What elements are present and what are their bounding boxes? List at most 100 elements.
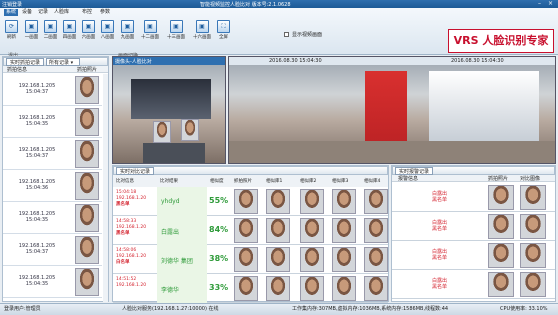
capture-time: 15:04:35 [25,121,49,127]
compare-row[interactable]: 14:58:06 192.168.1.20 白名单 刘德华 集团 38% [113,245,388,274]
capture-panel-header: 实时抓拍记录 所有记录 ▾ [3,57,108,66]
floor [229,141,555,163]
alarm-row[interactable]: 白露出 黑名单 [392,241,555,270]
alarm-info: 白露出 黑名单 [432,220,447,232]
compare-capture-photo [234,247,258,272]
layout-1-button[interactable]: ▣ 一画面 [24,20,39,42]
compare-library-photo [300,189,324,214]
compare-library-photo [364,247,388,272]
compare-tag: 黑名单 [116,231,130,236]
capture-row[interactable]: 192.168.1.205 15:04:37 [3,234,102,266]
compare-info: 15:04:18 192.168.1.20 黑名单 [116,190,156,208]
compare-result-cell: 刘德华 集团 [157,245,207,274]
fullscreen-button[interactable]: ⛶ 全屏 [216,20,231,42]
alarm-capture-photo [488,214,514,239]
tab-capture-records[interactable]: 实时抓拍记录 [6,58,45,66]
alarm-compare-photo [520,243,546,268]
show-video-checkbox[interactable] [284,32,289,37]
refresh-button[interactable]: ⟳ 刷新 [4,20,19,42]
alarm-table: 白露出 黑名单 白露出 黑名单 白露出 黑名单 白露出 黑名单 [392,183,555,302]
menu-deploy[interactable]: 布控 [80,9,94,16]
status-bar: 登录用户:管理员 人脸比对服务(192.168.1.27:10000) 在线 工… [0,303,558,315]
alarm-capture-photo [488,272,514,297]
status-cpu: CPU使用率: 33.10% [500,306,548,312]
capture-row[interactable]: 192.168.1.205 15:04:35 [3,266,102,298]
menu-device[interactable]: 设备 [20,9,34,16]
layout-6-button[interactable]: ▣ 六画面 [81,20,96,42]
capture-info: 192.168.1.205 15:04:35 [5,275,69,287]
menu-system[interactable]: 系统 [4,9,19,16]
compare-row[interactable]: 15:04:18 192.168.1.20 黑名单 yhdyd 55% [113,187,388,216]
compare-library-photo [332,218,356,243]
layout-4-button[interactable]: ▣ 四画面 [62,20,77,42]
capture-row[interactable]: 192.168.1.205 15:04:36 [3,170,102,202]
capture-info: 192.168.1.205 15:04:37 [5,147,69,159]
layout-icon: ▣ [143,20,157,33]
compare-col-7: 相似库4 [364,179,381,184]
alarm-row[interactable]: 白露出 黑名单 [392,212,555,241]
video-timestamp-1: 2016.08.30 15:04:30 [269,58,322,64]
layout-12-button[interactable]: ▣ 十二画面 [140,20,160,42]
compare-tag: 白名单 [116,260,130,265]
compare-col-4: 相似库1 [266,179,283,184]
refresh-icon: ⟳ [5,20,18,33]
video-panel-left[interactable]: 摄像头-人脸比对 [112,56,226,164]
capture-row[interactable]: 192.168.1.205 15:04:35 [3,106,102,138]
col-alarm-info: 报警信息 [398,176,419,182]
person-face [181,119,199,141]
compare-library-photo [332,189,356,214]
layout-2-button[interactable]: ▣ 二画面 [43,20,58,42]
compare-col-3: 抓拍照片 [234,179,252,184]
compare-col-header: 比对信息 比对结果 相似度 抓拍照片 相似库1 相似库2 相似库3 相似库4 [113,175,388,187]
capture-scrollbar[interactable] [103,74,108,302]
tab-alarm-records[interactable]: 实时报警记录 [395,167,434,175]
capture-face-photo [75,236,99,264]
layout-8-button[interactable]: ▣ 八画面 [100,20,115,42]
layout-16-button[interactable]: ▣ 十六画面 [192,20,212,42]
compare-result-cell: yhdyd [157,187,207,216]
compare-col-6: 相似库3 [332,179,349,184]
compare-result-cell: 李德华 [157,274,207,303]
video-panel-right[interactable]: 2016.08.30 15:04:30 2016.08.30 15:04:30 [228,56,556,164]
compare-score: 84% [209,225,229,234]
tab-compare-records[interactable]: 实时对比记录 [116,167,155,175]
compare-row[interactable]: 14:58:33 192.168.1.20 黑名单 白露出 84% [113,216,388,245]
alarm-capture-photo [488,243,514,268]
menu-params[interactable]: 参数 [98,9,112,16]
capture-info: 192.168.1.205 15:04:35 [5,115,69,127]
compare-capture-photo [234,276,258,301]
compare-library-photo [266,247,290,272]
close-icon[interactable]: × [548,0,553,7]
compare-library-photo [300,218,324,243]
col-capture-photo: 抓拍照片 [77,67,98,73]
compare-row[interactable]: 14:51:52 192.168.1.20 李德华 33% [113,274,388,303]
capture-row[interactable]: 192.168.1.205 15:04:37 [3,74,102,106]
layout-9-button[interactable]: ▣ 九画面 [120,20,135,42]
menu-face-library[interactable]: 人脸库 [52,9,71,16]
capture-time: 15:04:36 [25,185,49,191]
col-alarm-photo: 抓拍照片 [488,176,509,182]
alarm-row[interactable]: 白露出 黑名单 [392,270,555,299]
capture-time: 15:04:35 [25,281,49,287]
compare-result-cell: 白露出 [157,216,207,245]
alarm-compare-photo [520,185,546,210]
compare-library-photo [266,276,290,301]
capture-row[interactable]: 192.168.1.205 15:04:37 [3,138,102,170]
minimize-icon[interactable]: – [538,0,541,7]
compare-library-photo [300,276,324,301]
layout-icon: ▣ [63,20,76,33]
capture-list: 192.168.1.205 15:04:37 192.168.1.205 15:04:… [3,74,102,302]
exhibit-booth [131,79,211,119]
compare-score: 55% [209,196,229,205]
capture-filter-select[interactable]: 所有记录 ▾ [46,58,80,66]
capture-row[interactable]: 192.168.1.205 15:04:35 [3,202,102,234]
menu-record[interactable]: 记录 [36,9,50,16]
layout-13-button[interactable]: ▣ 十三画面 [166,20,186,42]
compare-col-5: 相似库2 [300,179,317,184]
alarm-tag: 黑名单 [432,284,448,290]
person-face [153,121,171,143]
video-left-caption: 摄像头-人脸比对 [115,59,152,65]
logout-link[interactable]: 注销登录 [2,1,22,8]
alarm-row[interactable]: 白露出 黑名单 [392,183,555,212]
alarm-capture-photo [488,185,514,210]
